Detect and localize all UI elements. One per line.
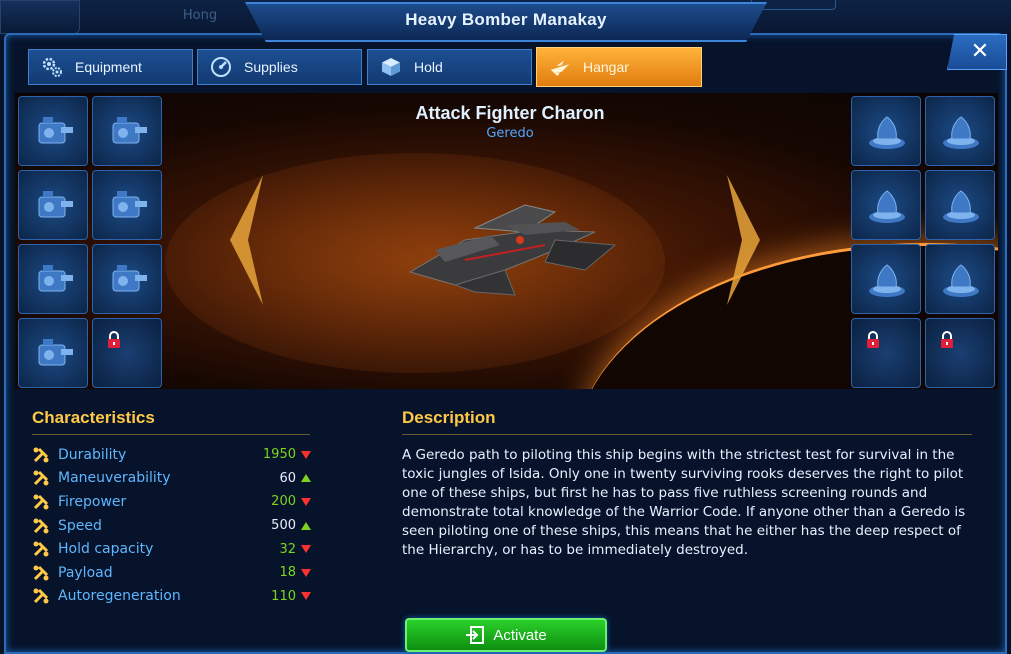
ship-model — [405, 200, 625, 300]
slot-armor-plate[interactable] — [92, 170, 162, 240]
stat-row: Maneuverability 60 — [32, 467, 312, 491]
wrench-icon — [33, 518, 49, 534]
wrench-icon — [33, 494, 49, 510]
stat-label: Firepower — [58, 493, 127, 510]
description-text: A Geredo path to piloting this ship begi… — [402, 447, 966, 558]
gauge-icon — [210, 56, 232, 78]
stat-value: 32 — [279, 541, 296, 557]
trend-down-icon — [301, 450, 311, 459]
slot-turret[interactable] — [18, 96, 88, 166]
wrench-icon — [33, 588, 49, 604]
stat-value: 18 — [279, 565, 296, 581]
lock-icon — [108, 331, 120, 348]
locked-slot[interactable] — [851, 318, 921, 388]
tab-label: Hangar — [583, 59, 629, 75]
cube-icon — [380, 56, 402, 78]
stat-row: Hold capacity 32 — [32, 537, 312, 561]
trend-up-icon — [301, 474, 311, 483]
trend-down-icon — [301, 568, 311, 577]
background-button — [0, 0, 80, 34]
slot-hangar-bay[interactable] — [925, 244, 995, 314]
tab-label: Supplies — [244, 59, 298, 75]
stat-row: Payload 18 — [32, 561, 312, 585]
next-ship-arrow[interactable] — [722, 175, 772, 305]
stat-row: Speed 500 — [32, 514, 312, 538]
slot-reactor[interactable] — [18, 318, 88, 388]
locked-slot[interactable] — [925, 318, 995, 388]
slot-engine[interactable] — [18, 170, 88, 240]
divider — [32, 434, 310, 435]
activate-button[interactable]: Activate — [405, 618, 607, 652]
stat-label: Hold capacity — [58, 541, 154, 558]
stat-value: 1950 — [262, 447, 296, 463]
tab-hangar[interactable]: Hangar — [536, 47, 702, 87]
wrench-icon — [33, 565, 49, 581]
trend-down-icon — [301, 497, 311, 506]
window-title: Heavy Bomber Manakay — [405, 10, 607, 29]
slot-hangar-bay[interactable] — [851, 96, 921, 166]
lock-icon — [941, 331, 953, 348]
trend-up-icon — [301, 521, 311, 530]
enter-icon — [465, 625, 485, 645]
stat-row: Durability 1950 — [32, 443, 312, 467]
tab-label: Hold — [414, 59, 443, 75]
wrench-icon — [33, 470, 49, 486]
slot-generator[interactable] — [18, 244, 88, 314]
wrench-icon — [33, 541, 49, 557]
stat-label: Speed — [58, 517, 102, 534]
slot-launcher[interactable] — [92, 244, 162, 314]
wrench-icon — [33, 447, 49, 463]
tab-supplies[interactable]: Supplies — [197, 49, 362, 85]
tab-equipment[interactable]: Equipment — [28, 49, 193, 85]
divider — [402, 434, 972, 435]
slot-cannon[interactable] — [92, 96, 162, 166]
trend-down-icon — [301, 592, 311, 601]
stat-label: Maneuverability — [58, 470, 171, 487]
stat-label: Durability — [58, 446, 127, 463]
stat-value: 200 — [271, 494, 296, 510]
tab-hold[interactable]: Hold — [367, 49, 532, 85]
close-button[interactable]: ✕ — [947, 34, 1007, 70]
slot-hangar-bay[interactable] — [851, 244, 921, 314]
fighter-icon — [549, 56, 571, 78]
locked-slot[interactable] — [92, 318, 162, 388]
characteristics-list: Durability 1950 Maneuverability 60 Firep… — [32, 443, 312, 608]
tab-label: Equipment — [75, 59, 142, 75]
previous-ship-arrow[interactable] — [218, 175, 268, 305]
stat-label: Payload — [58, 564, 113, 581]
trend-down-icon — [301, 545, 311, 554]
stat-label: Autoregeneration — [58, 588, 181, 605]
ship-name: Attack Fighter Charon — [415, 103, 605, 123]
lock-icon — [867, 331, 879, 348]
ship-faction: Geredo — [486, 126, 534, 141]
stat-value: 110 — [271, 588, 296, 604]
background-player-name: Hong — [182, 8, 218, 23]
activate-label: Activate — [493, 626, 547, 644]
description-title: Description — [402, 408, 496, 427]
stat-row: Autoregeneration 110 — [32, 585, 312, 609]
slot-hangar-bay[interactable] — [925, 170, 995, 240]
characteristics-title: Characteristics — [32, 408, 155, 427]
stat-value: 60 — [279, 470, 296, 486]
stat-value: 500 — [271, 518, 296, 534]
slot-hangar-bay[interactable] — [925, 96, 995, 166]
stat-row: Firepower 200 — [32, 490, 312, 514]
slot-hangar-bay[interactable] — [851, 170, 921, 240]
gears-icon — [41, 56, 63, 78]
